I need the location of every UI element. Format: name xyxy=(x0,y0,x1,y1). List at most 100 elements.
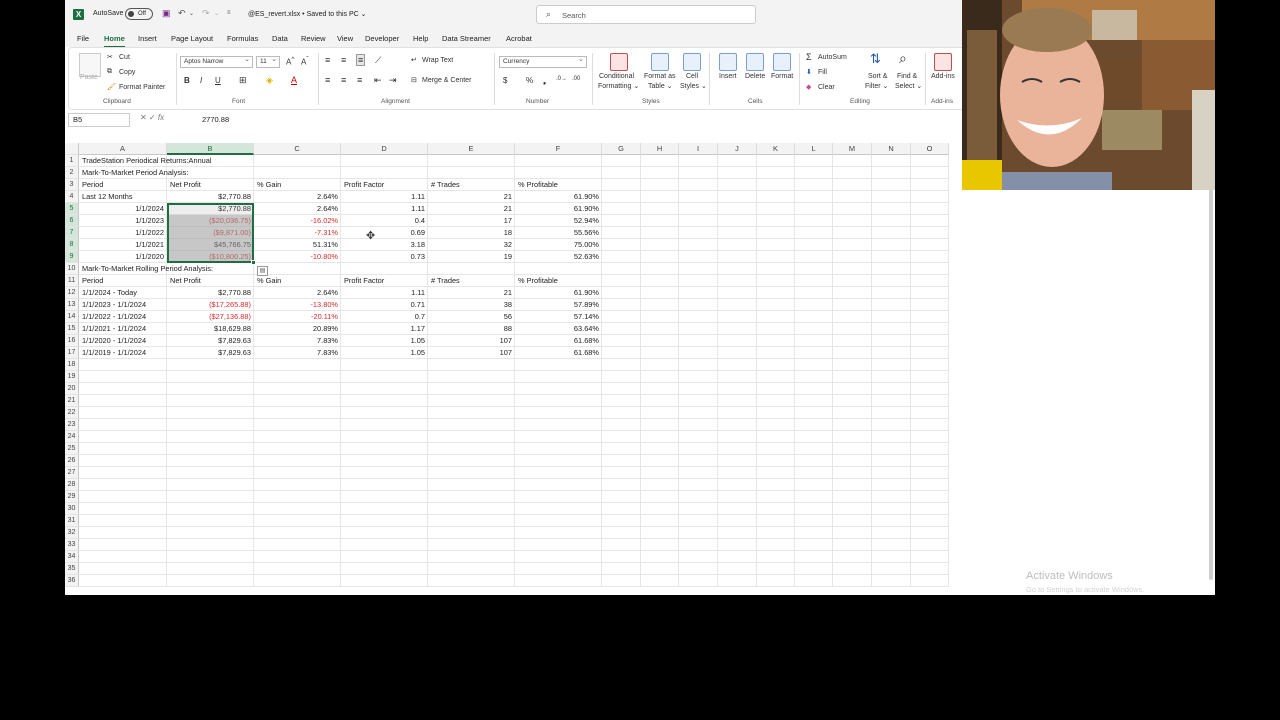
format-painter-button[interactable]: Format Painter xyxy=(119,84,165,91)
cell-d3[interactable]: Profit Factor xyxy=(341,179,387,191)
cell-d5[interactable]: 1.11 xyxy=(341,203,428,215)
row-header[interactable]: 2 xyxy=(65,167,79,179)
fill-button[interactable]: Fill xyxy=(818,69,827,76)
find-select-icon[interactable]: ⌕ xyxy=(899,50,907,67)
cell-e8[interactable]: 32 xyxy=(428,239,515,251)
redo-icon[interactable]: ↷ xyxy=(202,8,210,19)
column-header-l[interactable]: L xyxy=(795,143,833,155)
cell-c9[interactable]: -10.80% xyxy=(254,251,341,263)
cell-d7[interactable]: 0.69 xyxy=(341,227,428,239)
decrease-font-icon[interactable]: Aˇ xyxy=(301,56,309,67)
cell-c8[interactable]: 51.31% xyxy=(254,239,341,251)
tab-file[interactable]: File xyxy=(77,34,89,43)
cell-e13[interactable]: 38 xyxy=(428,299,515,311)
cell-f7[interactable]: 55.56% xyxy=(515,227,602,239)
align-middle-icon[interactable]: ≡ xyxy=(341,55,346,65)
format-cells-button[interactable]: Format xyxy=(771,73,793,80)
font-size-dropdown[interactable]: 11 xyxy=(256,55,280,68)
cell-f2[interactable] xyxy=(515,167,521,179)
merge-center-icon[interactable]: ⊟ xyxy=(411,76,417,84)
cell-a11[interactable]: Period xyxy=(79,275,106,287)
cell-d14[interactable]: 0.7 xyxy=(341,311,428,323)
row-header[interactable]: 27 xyxy=(65,467,79,479)
cell-f15[interactable]: 63.64% xyxy=(515,323,602,335)
underline-icon[interactable]: U xyxy=(215,76,221,85)
row-header[interactable]: 3 xyxy=(65,179,79,191)
cut-button[interactable]: Cut xyxy=(119,54,130,61)
cell-d17[interactable]: 1.05 xyxy=(341,347,428,359)
column-header-n[interactable]: N xyxy=(872,143,911,155)
cell-f9[interactable]: 52.63% xyxy=(515,251,602,263)
cell-e11[interactable]: # Trades xyxy=(428,275,463,287)
cell-a17[interactable]: 1/1/2019 - 1/1/2024 xyxy=(79,347,149,359)
cell-e7[interactable]: 18 xyxy=(428,227,515,239)
cell-e5[interactable]: 21 xyxy=(428,203,515,215)
paste-button[interactable]: Paste xyxy=(80,74,98,81)
column-header-c[interactable]: C xyxy=(254,143,341,155)
cell-b4[interactable]: $2,770.88 xyxy=(167,191,254,203)
cell-a2[interactable]: Mark-To-Market Period Analysis: xyxy=(79,167,191,179)
row-header[interactable]: 13 xyxy=(65,299,79,311)
cell-d13[interactable]: 0.71 xyxy=(341,299,428,311)
cell-f1[interactable] xyxy=(515,155,521,167)
cell-styles-label-2[interactable]: Styles ⌄ xyxy=(680,82,707,90)
cell-f16[interactable]: 61.68% xyxy=(515,335,602,347)
conditional-formatting-label-1[interactable]: Conditional xyxy=(599,73,634,80)
find-select-label-2[interactable]: Select ⌄ xyxy=(895,82,922,90)
vertical-scrollbar[interactable] xyxy=(1209,155,1213,580)
row-header[interactable]: 21 xyxy=(65,395,79,407)
cell-b3[interactable]: Net Profit xyxy=(167,179,204,191)
cell-e16[interactable]: 107 xyxy=(428,335,515,347)
format-as-table-icon[interactable] xyxy=(651,53,669,71)
row-header[interactable]: 19 xyxy=(65,371,79,383)
cell-styles-icon[interactable] xyxy=(683,53,701,71)
cell-e14[interactable]: 56 xyxy=(428,311,515,323)
cell-b2[interactable] xyxy=(167,167,173,179)
increase-decimal-icon[interactable]: .0→ xyxy=(556,76,567,82)
cell-d2[interactable] xyxy=(341,167,347,179)
cell-e17[interactable]: 107 xyxy=(428,347,515,359)
cell-e15[interactable]: 88 xyxy=(428,323,515,335)
row-header[interactable]: 6 xyxy=(65,215,79,227)
row-header[interactable]: 26 xyxy=(65,455,79,467)
worksheet-grid[interactable]: A B C D E F G H I J K L M N O 1 2 3 4 5 6 7 8 9 10 11 12 13 14 15 16 17… xyxy=(65,143,1215,595)
bold-icon[interactable]: B xyxy=(184,76,190,85)
customize-toolbar-icon[interactable]: ≡ xyxy=(227,10,231,16)
cell-f17[interactable]: 61.68% xyxy=(515,347,602,359)
number-format-dropdown[interactable]: Currency xyxy=(499,55,587,68)
tab-formulas[interactable]: Formulas xyxy=(227,34,258,43)
quick-analysis-icon[interactable]: ▤ xyxy=(257,266,268,276)
insert-cells-icon[interactable] xyxy=(719,53,737,71)
row-header[interactable]: 29 xyxy=(65,491,79,503)
cell-e1[interactable] xyxy=(428,155,434,167)
align-right-icon[interactable]: ≡ xyxy=(357,75,362,85)
column-header-h[interactable]: H xyxy=(641,143,679,155)
row-header[interactable]: 30 xyxy=(65,503,79,515)
format-as-table-label-2[interactable]: Table ⌄ xyxy=(648,82,673,90)
column-header-o[interactable]: O xyxy=(911,143,949,155)
borders-icon[interactable]: ⊞ xyxy=(239,75,247,86)
column-header-m[interactable]: M xyxy=(833,143,872,155)
formula-input[interactable]: 2770.88 xyxy=(202,115,229,124)
tab-view[interactable]: View xyxy=(337,34,353,43)
font-name-dropdown[interactable]: Aptos Narrow xyxy=(180,55,253,68)
conditional-formatting-label-2[interactable]: Formatting ⌄ xyxy=(598,82,639,90)
row-header[interactable]: 9 xyxy=(65,251,79,263)
cell-f12[interactable]: 61.90% xyxy=(515,287,602,299)
cell-a14[interactable]: 1/1/2022 - 1/1/2024 xyxy=(79,311,149,323)
clear-icon[interactable]: ◆ xyxy=(806,83,811,91)
wrap-text-icon[interactable]: ↵ xyxy=(411,56,417,64)
cell-e9[interactable]: 19 xyxy=(428,251,515,263)
increase-indent-icon[interactable]: ⇥ xyxy=(389,75,397,86)
cell-e2[interactable] xyxy=(428,167,434,179)
merge-center-button[interactable]: Merge & Center xyxy=(422,77,471,84)
copy-button[interactable]: Copy xyxy=(119,69,135,76)
format-as-table-label-1[interactable]: Format as xyxy=(644,73,676,80)
row-header[interactable]: 17 xyxy=(65,347,79,359)
tab-insert[interactable]: Insert xyxy=(138,34,157,43)
sort-filter-label-2[interactable]: Filter ⌄ xyxy=(865,82,888,90)
align-left-icon[interactable]: ≡ xyxy=(325,75,330,85)
cell-f6[interactable]: 52.94% xyxy=(515,215,602,227)
row-header[interactable]: 25 xyxy=(65,443,79,455)
fill-icon[interactable]: ⬇ xyxy=(806,68,812,76)
